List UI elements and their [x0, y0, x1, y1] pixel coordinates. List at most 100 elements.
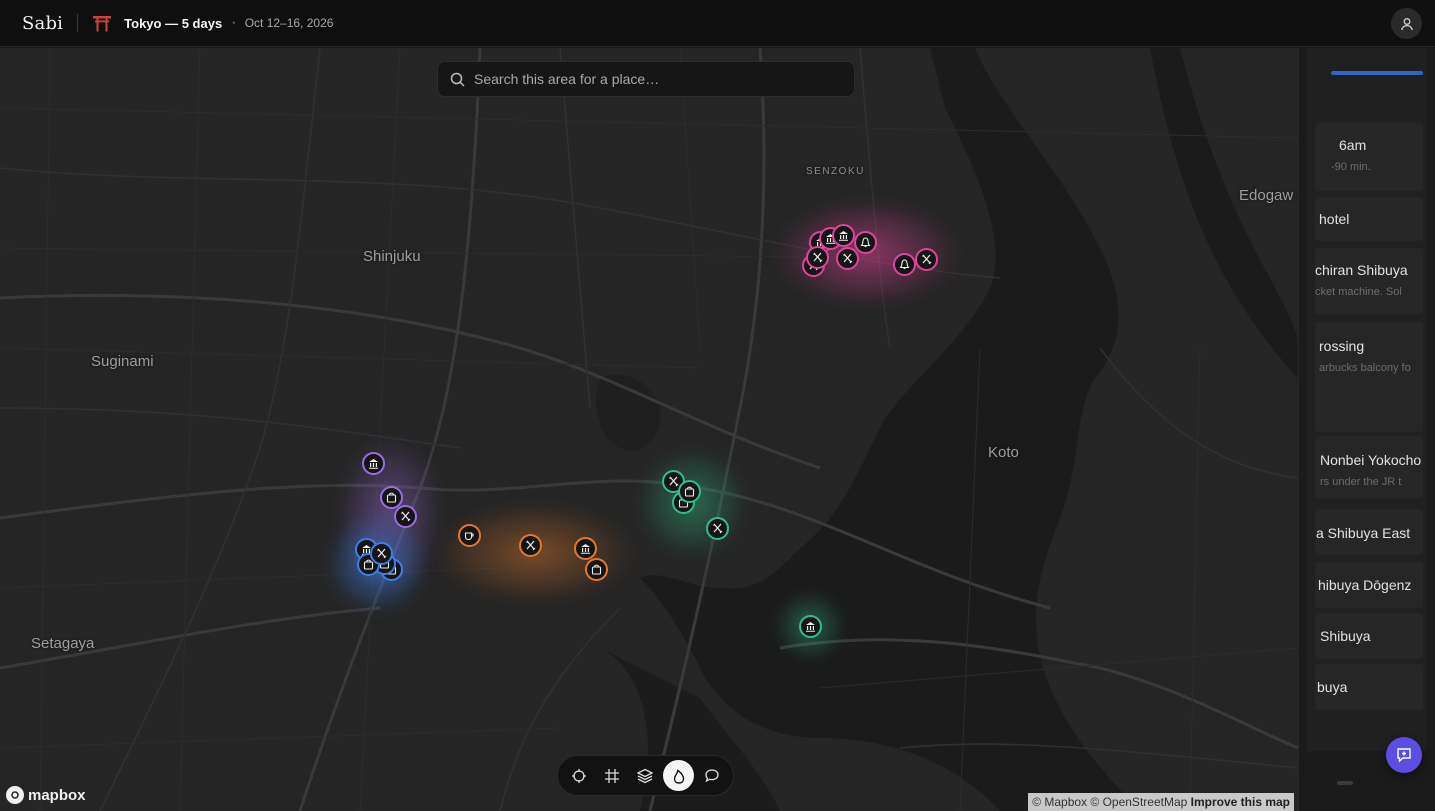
food-icon: [525, 540, 535, 550]
food-icon: [812, 252, 822, 262]
food-icon: [400, 511, 410, 521]
itinerary-item[interactable]: Nonbei Yokocho rs under the JR t: [1315, 436, 1423, 498]
itinerary-item[interactable]: a Shibuya East: [1315, 509, 1423, 555]
place-marker-food[interactable]: [914, 247, 938, 271]
search-icon: [450, 72, 465, 87]
place-marker-museum[interactable]: [573, 536, 597, 560]
place-marker-bell[interactable]: [853, 230, 877, 254]
itinerary-item-title: 6am: [1339, 137, 1367, 153]
map-canvas[interactable]: Shinjuku Suginami Setagaya Koto SENZOKU …: [0, 48, 1298, 811]
map-search-bar[interactable]: [437, 61, 855, 97]
itinerary-panel: 6am -90 min. hotel chiran Shibuya cket m…: [1298, 48, 1435, 811]
itinerary-item-title: chiran Shibuya: [1315, 262, 1408, 278]
place-label-setagaya: Setagaya: [31, 635, 95, 652]
place-marker-food[interactable]: [705, 516, 729, 540]
place-marker-food[interactable]: [835, 246, 859, 270]
panel-drag-handle[interactable]: [1337, 781, 1353, 785]
food-icon: [842, 253, 852, 263]
flame-icon: [673, 768, 685, 784]
torii-icon: [93, 16, 112, 32]
place-marker-shop[interactable]: [584, 557, 608, 581]
map-attribution: © Mapbox © OpenStreetMap Improve this ma…: [1028, 793, 1294, 811]
place-marker-cafe[interactable]: [457, 523, 481, 547]
grid-button[interactable]: [597, 760, 628, 791]
place-label-senzoku: SENZOKU: [806, 166, 865, 177]
itinerary-item-title: buya: [1317, 679, 1348, 695]
heatmap-button[interactable]: [663, 760, 695, 791]
map-toolbar: [557, 755, 734, 796]
chat-bubble-icon: [705, 768, 719, 782]
itinerary-item[interactable]: hibuya Dōgenz: [1315, 562, 1423, 608]
mapbox-wordmark: mapbox: [28, 786, 86, 804]
itinerary-item-title: a Shibuya East: [1316, 525, 1411, 541]
layers-button[interactable]: [630, 760, 661, 791]
itinerary-item[interactable]: rossing arbucks balcony fo: [1315, 322, 1423, 432]
itinerary-item-title: Nonbei Yokocho: [1320, 452, 1422, 468]
bell-icon: [898, 258, 910, 269]
trip-dates: Oct 12–16, 2026: [244, 16, 334, 30]
layers-icon: [637, 768, 654, 783]
map-basemap: [0, 48, 1298, 811]
itinerary-item-note: cket machine. Sol: [1315, 286, 1402, 298]
cafe-icon: [464, 531, 474, 540]
itinerary-item-title: hibuya Dōgenz: [1318, 577, 1412, 593]
place-label-suginami: Suginami: [91, 353, 154, 370]
day-progress-bar: [1331, 71, 1423, 75]
shop-icon: [684, 486, 694, 497]
itinerary-item-note: rs under the JR t: [1320, 476, 1402, 488]
itinerary-item[interactable]: buya: [1315, 664, 1423, 710]
bell-icon: [859, 236, 871, 247]
itinerary-item-note: arbucks balcony fo: [1319, 362, 1411, 374]
museum-icon: [580, 543, 590, 554]
divider: [77, 14, 79, 32]
place-label-edogawa: Edogaw: [1239, 187, 1294, 204]
itinerary-list: 6am -90 min. hotel chiran Shibuya cket m…: [1307, 48, 1427, 751]
place-marker-shop[interactable]: [379, 485, 403, 509]
itinerary-item[interactable]: 6am -90 min.: [1315, 123, 1423, 191]
crosshair-icon: [571, 768, 586, 783]
place-marker-food[interactable]: [393, 504, 417, 528]
place-marker-food[interactable]: [805, 245, 829, 269]
food-icon: [712, 523, 722, 533]
itinerary-item-title: hotel: [1319, 211, 1350, 227]
shop-icon: [386, 492, 396, 503]
itinerary-item-note: -90 min.: [1331, 161, 1371, 173]
app-logo[interactable]: Sabi: [22, 13, 63, 34]
itinerary-item[interactable]: chiran Shibuya cket machine. Sol: [1315, 248, 1423, 314]
place-marker-bell[interactable]: [892, 252, 916, 276]
food-icon: [376, 548, 386, 558]
add-comment-button[interactable]: [1386, 737, 1422, 773]
itinerary-item-title: Shibuya: [1320, 628, 1371, 644]
museum-icon: [368, 458, 378, 469]
chat-add-icon: [1397, 748, 1411, 763]
separator-dot: •: [232, 17, 236, 29]
hashtag-icon: [605, 768, 620, 783]
mapbox-mark-icon: [6, 786, 24, 804]
museum-icon: [805, 621, 815, 632]
place-marker-museum[interactable]: [361, 451, 385, 475]
trip-title[interactable]: Tokyo — 5 days: [124, 16, 222, 31]
place-marker-museum[interactable]: [798, 614, 822, 638]
itinerary-item[interactable]: Shibuya: [1315, 613, 1423, 659]
place-marker-food[interactable]: [369, 541, 393, 565]
place-marker-shop[interactable]: [677, 479, 701, 503]
place-marker-museum[interactable]: [831, 223, 855, 247]
place-label-koto: Koto: [988, 444, 1019, 461]
user-avatar-button[interactable]: [1391, 8, 1422, 39]
place-label-shinjuku: Shinjuku: [363, 248, 421, 265]
map-search-input[interactable]: [474, 71, 834, 87]
food-icon: [921, 254, 931, 264]
shop-icon: [591, 564, 601, 575]
user-icon: [1400, 17, 1413, 30]
mapbox-logo[interactable]: mapbox: [6, 786, 86, 804]
top-bar: Sabi Tokyo — 5 days • Oct 12–16, 2026: [0, 0, 1435, 47]
place-marker-food[interactable]: [518, 533, 542, 557]
improve-map-link[interactable]: Improve this map: [1191, 795, 1290, 809]
food-icon: [668, 476, 678, 486]
locate-button[interactable]: [563, 760, 594, 791]
comments-button[interactable]: [697, 760, 728, 791]
attribution-text[interactable]: © Mapbox © OpenStreetMap: [1032, 795, 1187, 809]
itinerary-item-title: rossing: [1319, 338, 1365, 354]
museum-icon: [838, 230, 848, 241]
itinerary-item[interactable]: hotel: [1315, 197, 1423, 241]
